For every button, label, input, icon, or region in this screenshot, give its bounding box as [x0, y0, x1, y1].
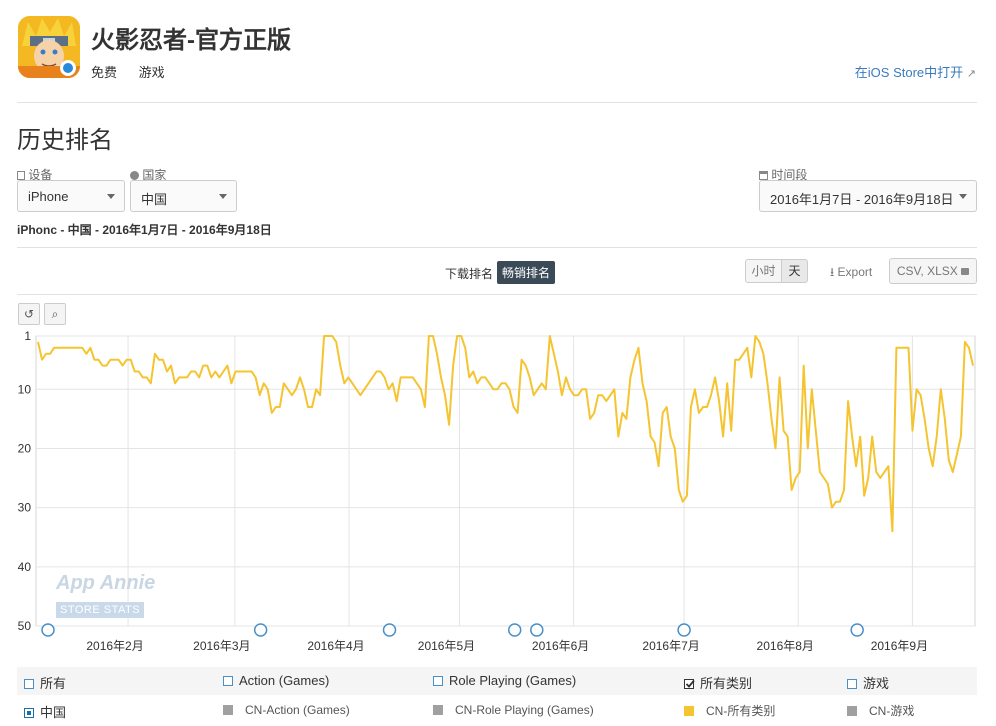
export-format-button[interactable]: CSV, XLSX	[889, 258, 977, 284]
divider	[17, 294, 977, 295]
calendar-icon	[759, 171, 768, 180]
chevron-down-icon	[219, 194, 227, 199]
legend-label: CN-Role Playing (Games)	[455, 703, 594, 717]
event-marker	[530, 623, 544, 637]
y-tick-label: 1	[24, 329, 31, 343]
legend-category-checkbox[interactable]: 游戏	[847, 673, 889, 692]
page-title: 历史排名	[17, 127, 113, 154]
globe-icon	[130, 171, 139, 180]
legend-label: Role Playing (Games)	[449, 673, 577, 688]
period-select[interactable]: 2016年1月7日 - 2016年9月18日	[759, 180, 977, 212]
legend-swatch	[223, 705, 233, 715]
legend-label: 所有	[40, 676, 67, 691]
tab-download-rank[interactable]: 下载排名	[440, 262, 498, 285]
legend-label: 中国	[40, 705, 67, 720]
x-tick-label: 2016年8月	[757, 639, 814, 653]
legend-category-checkbox[interactable]: Action (Games)	[223, 673, 329, 688]
x-tick-label: 2016年5月	[418, 639, 475, 653]
granularity-day-button[interactable]: 天	[781, 259, 808, 283]
legend-category-checkbox[interactable]: 所有类别	[684, 673, 752, 692]
checkbox-icon	[847, 679, 857, 689]
x-tick-label: 2016年3月	[193, 639, 250, 653]
series-line	[37, 335, 974, 533]
legend-label: 所有类别	[700, 676, 753, 691]
x-tick-label: 2016年6月	[532, 639, 589, 653]
open-in-ios-store-link[interactable]: 在iOS Store中打开 ↗	[855, 62, 976, 81]
legend-category-row: 所有 Action (Games) Role Playing (Games) 所有类别…	[17, 667, 977, 695]
ios-link-label: 在iOS Store中打开	[854, 65, 964, 80]
lock-icon	[961, 268, 970, 275]
legend-label: CN-所有类别	[706, 704, 776, 718]
legend-series-item[interactable]: CN-Role Playing (Games)	[433, 702, 594, 717]
legend-swatch	[847, 706, 857, 716]
y-tick-label: 30	[18, 501, 32, 515]
app-icon	[18, 16, 80, 78]
x-tick-label: 2016年2月	[86, 639, 143, 653]
chevron-down-icon	[107, 194, 115, 199]
event-marker	[382, 623, 397, 637]
watermark-sub: STORE STATS	[56, 602, 145, 618]
legend-label: CN-游戏	[869, 704, 915, 718]
checkbox-checked-icon	[684, 679, 695, 689]
legend-series-item[interactable]: 中国	[24, 702, 66, 721]
export-button[interactable]: ⭳ Export	[830, 263, 872, 284]
granularity-hour-button[interactable]: 小时	[745, 259, 782, 283]
checkbox-icon	[223, 676, 233, 686]
y-tick-label: 20	[18, 441, 32, 455]
radio-selected-icon	[24, 708, 34, 718]
event-marker	[507, 623, 522, 637]
app-title: 火影忍者-官方正版	[91, 27, 291, 54]
country-select[interactable]: 中国	[130, 180, 237, 212]
device-icon	[17, 171, 25, 180]
reset-zoom-button[interactable]: ↺	[18, 303, 40, 325]
undo-icon: ↺	[23, 307, 35, 321]
y-tick-label: 10	[18, 382, 32, 396]
chart-subtitle: iPhonc - 中国 - 2016年1月7日 - 2016年9月18日	[17, 223, 272, 237]
event-marker	[850, 623, 864, 637]
price-label: 免费	[91, 65, 118, 80]
zoom-icon: ⌕	[51, 307, 59, 321]
legend-swatch	[433, 705, 443, 715]
legend-label: Action (Games)	[239, 673, 330, 688]
event-marker	[677, 623, 691, 637]
y-tick-label: 50	[18, 619, 32, 633]
device-select[interactable]: iPhone	[17, 180, 125, 212]
y-tick-label: 40	[18, 560, 32, 574]
x-tick-label: 2016年9月	[871, 639, 928, 653]
legend-series-item[interactable]: CN-游戏	[847, 702, 914, 719]
category-label: 游戏	[138, 65, 165, 80]
app-meta: 免费 游戏	[91, 62, 183, 81]
divider	[17, 247, 977, 248]
legend-series-row: 中国 CN-Action (Games) CN-Role Playing (Game…	[17, 696, 977, 724]
download-icon: ⭳	[830, 265, 835, 279]
tab-grossing-rank[interactable]: 畅销排名	[497, 261, 556, 284]
checkbox-icon	[433, 676, 443, 686]
rank-chart: 1 10 20 30 40 50 2016年2月 2016年3月 2016年4月 2016年5月 2…	[18, 329, 976, 653]
event-marker	[253, 623, 268, 637]
checkbox-icon	[24, 679, 34, 689]
event-marker	[41, 623, 55, 637]
legend-label: CN-Action (Games)	[245, 703, 350, 717]
x-tick-label: 2016年4月	[307, 639, 364, 653]
chevron-down-icon	[959, 194, 967, 199]
legend-category-checkbox[interactable]: Role Playing (Games)	[433, 673, 576, 688]
external-link-icon: ↗	[966, 68, 976, 80]
zoom-button[interactable]: ⌕	[44, 303, 66, 325]
legend-series-item[interactable]: CN-所有类别	[684, 702, 775, 719]
watermark-brand: App Annie	[56, 572, 156, 594]
legend-swatch	[684, 706, 694, 716]
x-tick-label: 2016年7月	[642, 639, 699, 653]
legend-category-checkbox[interactable]: 所有	[24, 673, 66, 692]
divider	[17, 102, 977, 103]
legend-series-item[interactable]: CN-Action (Games)	[223, 702, 350, 717]
legend-label: 游戏	[863, 676, 890, 691]
